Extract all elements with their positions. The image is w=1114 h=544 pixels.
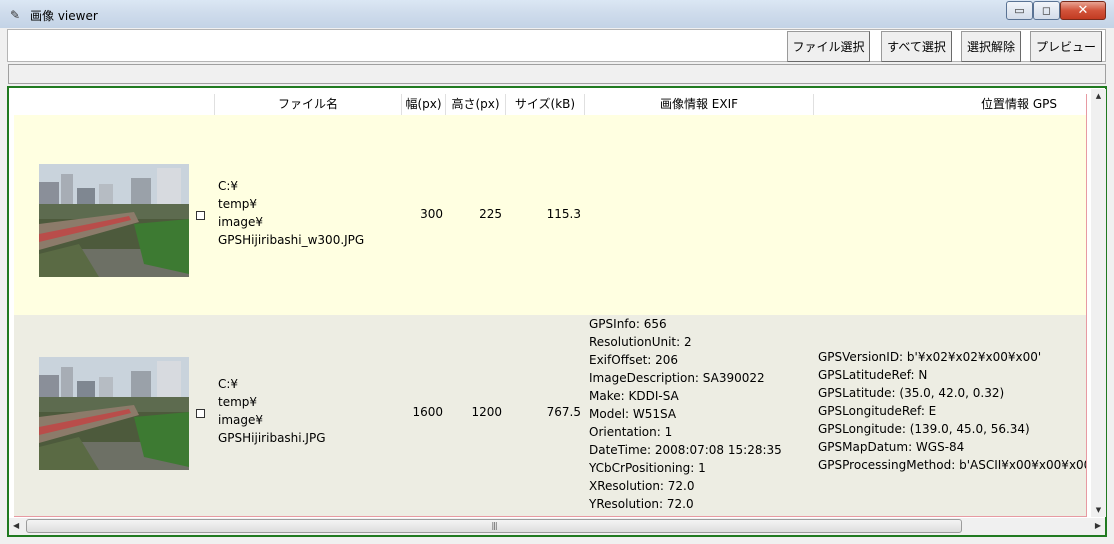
file-path: C:¥ temp¥ image¥ GPSHijiribashi_w300.JPG bbox=[218, 177, 364, 249]
grip-icon: ||| bbox=[491, 521, 497, 530]
close-button[interactable]: ✕ bbox=[1060, 1, 1106, 20]
vertical-scrollbar[interactable]: ▲ ▼ bbox=[1091, 89, 1106, 517]
gps-line: GPSLatitude: (35.0, 42.0, 0.32) bbox=[818, 386, 1005, 400]
column-header-height[interactable]: 高さ(px) bbox=[446, 94, 506, 115]
horizontal-scroll-thumb[interactable]: ||| bbox=[26, 519, 962, 533]
path-segment: C:¥ bbox=[218, 377, 239, 391]
scroll-left-icon[interactable]: ◀ bbox=[13, 521, 19, 530]
minimize-button[interactable]: ▭ bbox=[1006, 1, 1033, 20]
column-header-width[interactable]: 幅(px) bbox=[402, 94, 446, 115]
scroll-down-icon[interactable]: ▼ bbox=[1091, 506, 1106, 514]
path-segment: image¥ bbox=[218, 413, 264, 427]
path-segment: C:¥ bbox=[218, 179, 239, 193]
path-segment: temp¥ bbox=[218, 197, 258, 211]
scroll-right-icon[interactable]: ▶ bbox=[1095, 521, 1101, 530]
exif-line: Orientation: 1 bbox=[589, 425, 673, 439]
row-checkbox[interactable] bbox=[196, 409, 205, 418]
path-segment: image¥ bbox=[218, 215, 264, 229]
gps-line: GPSLongitude: (139.0, 45.0, 56.34) bbox=[818, 422, 1030, 436]
exif-line: ImageDescription: SA390022 bbox=[589, 371, 765, 385]
gps-line: GPSVersionID: b'¥x02¥x02¥x00¥x00' bbox=[818, 350, 1042, 364]
exif-info: GPSInfo: 656 ResolutionUnit: 2 ExifOffse… bbox=[589, 315, 782, 513]
feather-icon: ✎ bbox=[10, 8, 21, 22]
minimize-icon: ▭ bbox=[1014, 4, 1025, 17]
exif-line: Make: KDDI-SA bbox=[589, 389, 679, 403]
exif-line: YCbCrPositioning: 1 bbox=[589, 461, 706, 475]
select-all-button[interactable]: すべて選択 bbox=[881, 31, 952, 62]
exif-line: ResolutionUnit: 2 bbox=[589, 335, 692, 349]
column-header-gps[interactable]: 位置情報 GPS bbox=[814, 94, 1086, 115]
table-row[interactable]: C:¥ temp¥ image¥ GPSHijiribashi_w300.JPG… bbox=[14, 115, 1086, 315]
file-table: ファイル名 幅(px) 高さ(px) サイズ(kB) 画像情報 EXIF 位置情… bbox=[14, 94, 1087, 517]
exif-line: XResolution: 72.0 bbox=[589, 479, 695, 493]
table-row[interactable]: C:¥ temp¥ image¥ GPSHijiribashi.JPG 1600… bbox=[14, 315, 1087, 516]
file-table-frame: ファイル名 幅(px) 高さ(px) サイズ(kB) 画像情報 EXIF 位置情… bbox=[7, 86, 1107, 537]
image-height: 1200 bbox=[471, 405, 502, 419]
horizontal-scrollbar[interactable]: ◀ ||| ▶ bbox=[9, 518, 1105, 535]
file-size: 115.3 bbox=[546, 207, 581, 221]
path-segment: temp¥ bbox=[218, 395, 258, 409]
table-header: ファイル名 幅(px) 高さ(px) サイズ(kB) 画像情報 EXIF 位置情… bbox=[14, 94, 1086, 116]
window-title: 画像 viewer bbox=[30, 9, 98, 23]
toolbar: ファイル選択 すべて選択 選択解除 プレビュー bbox=[7, 29, 1106, 62]
column-header-size[interactable]: サイズ(kB) bbox=[506, 94, 585, 115]
path-segment: GPSHijiribashi_w300.JPG bbox=[218, 233, 365, 247]
preview-button[interactable]: プレビュー bbox=[1030, 31, 1102, 62]
column-header-thumbnail[interactable] bbox=[14, 94, 215, 115]
row-checkbox[interactable] bbox=[196, 211, 205, 220]
file-select-button[interactable]: ファイル選択 bbox=[787, 31, 870, 62]
column-header-exif[interactable]: 画像情報 EXIF bbox=[585, 94, 814, 115]
deselect-button[interactable]: 選択解除 bbox=[961, 31, 1021, 62]
column-header-filename[interactable]: ファイル名 bbox=[215, 94, 402, 115]
gps-line: GPSLongitudeRef: E bbox=[818, 404, 937, 418]
title-bar: ✎ 画像 viewer ▭ ◻ ✕ bbox=[0, 0, 1114, 28]
exif-line: ExifOffset: 206 bbox=[589, 353, 679, 367]
exif-line: Model: W51SA bbox=[589, 407, 677, 421]
image-width: 1600 bbox=[412, 405, 443, 419]
path-segment: GPSHijiribashi.JPG bbox=[218, 431, 326, 445]
exif-line: DateTime: 2008:07:08 15:28:35 bbox=[589, 443, 782, 457]
image-width: 300 bbox=[420, 207, 443, 221]
image-thumbnail bbox=[39, 357, 189, 470]
close-icon: ✕ bbox=[1077, 3, 1089, 18]
maximize-button[interactable]: ◻ bbox=[1033, 1, 1060, 20]
gps-line: GPSMapDatum: WGS-84 bbox=[818, 440, 965, 454]
file-path: C:¥ temp¥ image¥ GPSHijiribashi.JPG bbox=[218, 375, 326, 447]
exif-line: GPSInfo: 656 bbox=[589, 317, 667, 331]
gps-line: GPSLatitudeRef: N bbox=[818, 368, 928, 382]
file-size: 767.5 bbox=[546, 405, 581, 419]
image-thumbnail bbox=[39, 164, 189, 277]
gps-info: GPSVersionID: b'¥x02¥x02¥x00¥x00' GPSLat… bbox=[818, 348, 1087, 474]
exif-line: YResolution: 72.0 bbox=[589, 497, 694, 511]
scroll-up-icon[interactable]: ▲ bbox=[1091, 92, 1106, 100]
image-height: 225 bbox=[479, 207, 502, 221]
maximize-icon: ◻ bbox=[1041, 4, 1052, 17]
gps-line: GPSProcessingMethod: b'ASCII¥x00¥x00¥x00 bbox=[818, 458, 1087, 472]
status-bar bbox=[8, 64, 1106, 84]
